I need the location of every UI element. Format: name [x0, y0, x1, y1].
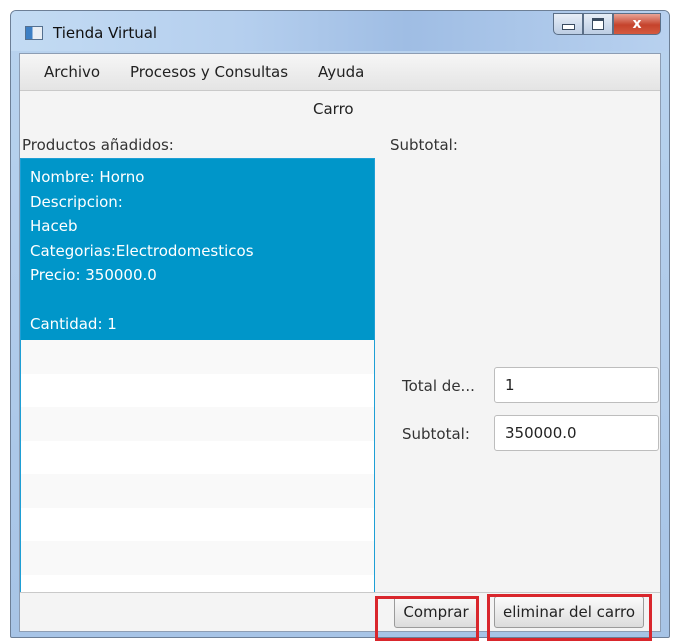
action-bar: Comprar eliminar del carro — [20, 592, 660, 631]
item-price-line: Precio: 350000.0 — [30, 266, 157, 284]
cart-list[interactable]: Nombre: Horno Descripcion: Haceb Categor… — [20, 158, 375, 604]
item-name-line: Nombre: Horno — [30, 168, 145, 186]
list-item-selected[interactable]: Nombre: Horno Descripcion: Haceb Categor… — [21, 159, 374, 340]
subtotal-label: Subtotal: — [402, 425, 470, 443]
app-window: Tienda Virtual x Archivo Procesos y Cons… — [10, 10, 670, 638]
client-area: Archivo Procesos y Consultas Ayuda Carro… — [19, 53, 661, 632]
menu-procesos-consultas[interactable]: Procesos y Consultas — [130, 63, 288, 81]
minimize-button[interactable] — [553, 13, 583, 35]
menu-ayuda[interactable]: Ayuda — [318, 63, 364, 81]
subtotal-header-label: Subtotal: — [390, 136, 458, 154]
total-label: Total de... — [402, 377, 475, 395]
menu-bar: Archivo Procesos y Consultas Ayuda — [20, 54, 660, 91]
window-title: Tienda Virtual — [53, 24, 158, 42]
title-bar[interactable]: Tienda Virtual x — [11, 11, 669, 51]
close-icon: x — [632, 16, 642, 32]
item-category-line: Categorias:Electrodomesticos — [30, 241, 254, 260]
cart-panel: Carro Productos añadidos: Subtotal: Nomb… — [20, 91, 660, 631]
list-item[interactable] — [21, 508, 374, 542]
total-field[interactable]: 1 — [494, 367, 659, 403]
menu-archivo[interactable]: Archivo — [44, 63, 100, 81]
maximize-icon — [592, 18, 604, 30]
comprar-button[interactable]: Comprar — [394, 596, 478, 628]
app-window-icon — [25, 26, 43, 40]
list-item[interactable] — [21, 407, 374, 441]
item-description-value: Haceb — [30, 217, 78, 235]
close-button[interactable]: x — [613, 13, 661, 35]
eliminar-del-carro-button[interactable]: eliminar del carro — [494, 596, 644, 628]
minimize-icon — [561, 24, 575, 30]
list-item[interactable] — [21, 541, 374, 575]
window-controls: x — [553, 13, 661, 35]
panel-title: Carro — [313, 100, 354, 118]
list-item[interactable] — [21, 441, 374, 475]
maximize-button[interactable] — [583, 13, 613, 35]
list-item[interactable] — [21, 340, 374, 374]
subtotal-field[interactable]: 350000.0 — [494, 415, 659, 451]
list-item[interactable] — [21, 474, 374, 508]
item-quantity-line: Cantidad: 1 — [30, 315, 117, 333]
item-description-label: Descripcion: — [30, 192, 123, 211]
list-item[interactable] — [21, 374, 374, 408]
products-label: Productos añadidos: — [22, 136, 174, 154]
item-blank-line — [30, 288, 365, 313]
